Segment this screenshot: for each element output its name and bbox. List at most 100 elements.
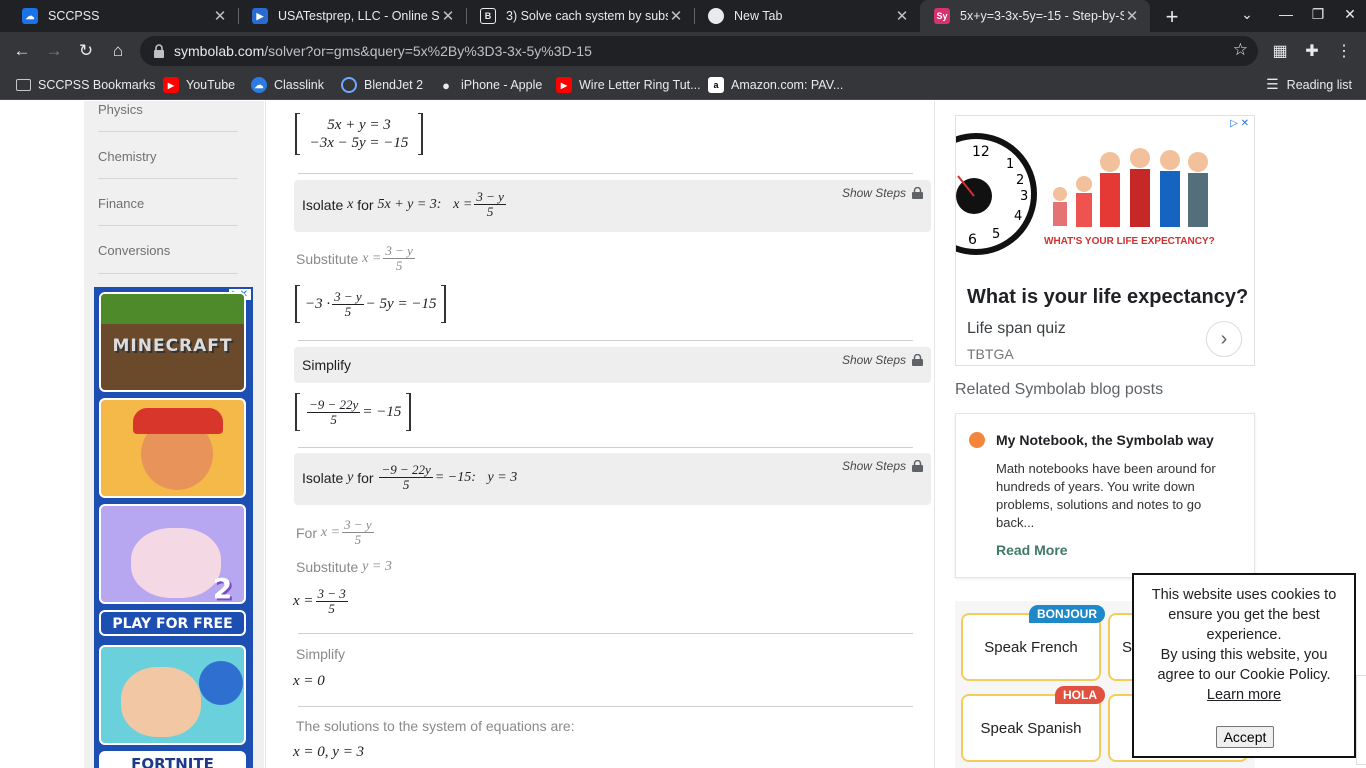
show-steps-button[interactable]: Show Steps xyxy=(842,459,923,473)
solutions-label: The solutions to the system of equations… xyxy=(296,718,575,734)
divider xyxy=(98,273,238,274)
show-steps-label: Show Steps xyxy=(841,186,906,200)
menu-kebab-icon[interactable]: ⋮ xyxy=(1334,41,1354,61)
solution-panel: 5x + y = 3 −3x − 5y = −15 Isolate x for … xyxy=(265,101,935,768)
sidebar-item-chemistry[interactable]: Chemistry xyxy=(98,149,238,164)
step-label: Simplify xyxy=(302,357,352,373)
ad-choices-icon[interactable]: ▷ ✕ xyxy=(1227,118,1252,129)
game-ad-banner[interactable]: ▷✕ MINECRAFT 2 PLAY FOR FREE FORTNITE xyxy=(94,287,253,768)
url-path: /solver?or=gms&query=5x%2By%3D3-3x-5y%3D… xyxy=(264,43,592,59)
ad-game-fortnite[interactable]: FORTNITE xyxy=(99,751,246,768)
grass-block-top xyxy=(101,294,244,324)
numerator: −9 − 22y xyxy=(379,462,433,478)
denominator: 5 xyxy=(328,601,335,616)
step-text: Isolate x for 5x + y = 3: x = 3 − y5 xyxy=(302,190,508,219)
forward-icon[interactable]: → xyxy=(42,39,66,63)
puzzle-icon[interactable]: ✚ xyxy=(1302,41,1322,61)
folder-icon xyxy=(16,79,31,91)
bookmark-amazon[interactable]: a Amazon.com: PAV... xyxy=(708,76,843,94)
new-tab-button[interactable]: + xyxy=(1160,4,1184,30)
x-result: x = 0 xyxy=(293,673,325,689)
url-host: symbolab.com xyxy=(174,43,265,59)
address-bar[interactable]: symbolab.com/solver?or=gms&query=5x%2By%… xyxy=(140,36,1258,66)
sidebar-item-conversions[interactable]: Conversions xyxy=(98,243,238,258)
clock-number: 6 xyxy=(968,232,977,248)
close-icon[interactable]: ✕ xyxy=(440,7,456,25)
blog-post-title[interactable]: My Notebook, the Symbolab way xyxy=(996,432,1214,448)
divider xyxy=(98,178,238,179)
system-matrix: 5x + y = 3 −3x − 5y = −15 xyxy=(295,113,423,155)
bookmark-youtube[interactable]: ▶ YouTube xyxy=(163,76,235,94)
cookie-message: This website uses cookies to ensure you … xyxy=(1151,587,1337,643)
reading-list-button[interactable]: ☰ Reading list xyxy=(1266,76,1352,93)
character-cap xyxy=(133,408,223,434)
amazon-icon: a xyxy=(708,77,724,93)
tab-sccpss[interactable]: ☁ SCCPSS ✕ xyxy=(8,0,238,32)
browser-toolbar: ← → ↻ ⌂ symbolab.com/solver?or=gms&query… xyxy=(0,32,1366,70)
step-label: Substitute xyxy=(296,559,359,575)
restore-icon[interactable]: ❐ xyxy=(1308,6,1328,23)
show-steps-button[interactable]: Show Steps xyxy=(842,186,923,200)
step-isolate-y: Isolate y for −9 − 22y 5 = −15: y = 3 Sho… xyxy=(294,453,931,505)
bookmark-star-icon[interactable]: ☆ xyxy=(1233,40,1248,60)
result-lhs: x = xyxy=(453,196,473,212)
tab-search-icon[interactable]: ⌄ xyxy=(1237,6,1257,23)
term: = −15 xyxy=(362,403,402,420)
bookmark-blendjet[interactable]: BlendJet 2 xyxy=(341,76,423,94)
play-for-free-label: PLAY FOR FREE xyxy=(112,616,233,632)
youtube-icon: ▶ xyxy=(556,77,572,93)
read-more-link[interactable]: Read More xyxy=(996,542,1068,558)
close-icon[interactable]: ✕ xyxy=(1124,7,1140,25)
close-window-icon[interactable]: ✕ xyxy=(1340,6,1360,23)
cloud-icon: ☁ xyxy=(22,8,38,24)
close-icon[interactable]: ✕ xyxy=(894,7,910,25)
close-icon[interactable]: ✕ xyxy=(668,7,684,25)
extension-qr-icon[interactable]: ▦ xyxy=(1270,41,1290,61)
ad-game-subway[interactable] xyxy=(99,398,246,498)
tab-usatestprep[interactable]: ▶ USATestprep, LLC - Online State ✕ xyxy=(238,0,466,32)
denominator: 5 xyxy=(395,258,403,273)
ad-game-angela[interactable]: 2 xyxy=(99,504,246,604)
step-divider xyxy=(298,706,913,707)
apple-icon: ● xyxy=(442,77,450,93)
sidebar-item-finance[interactable]: Finance xyxy=(98,196,238,211)
bookmark-sccpss[interactable]: SCCPSS Bookmarks xyxy=(16,76,155,94)
close-icon[interactable]: ✕ xyxy=(212,7,228,25)
speak-french-card[interactable]: BONJOUR Speak French xyxy=(961,605,1105,681)
tab-symbolab[interactable]: Sy 5x+y=3-3x-5y=-15 - Step-by-Ste ✕ xyxy=(920,0,1150,32)
ad-game-minecraft[interactable]: MINECRAFT xyxy=(99,292,246,392)
chevron-right-icon[interactable]: › xyxy=(1206,321,1242,357)
language-tag: HOLA xyxy=(1055,686,1105,704)
accept-button[interactable]: Accept xyxy=(1216,726,1274,748)
ad-title[interactable]: What is your life expectancy? xyxy=(967,286,1248,309)
tab-brainly[interactable]: B 3) Solve cach system by subst ✕ xyxy=(466,0,694,32)
term: − 5y = −15 xyxy=(365,295,437,312)
bookmark-wire-letter[interactable]: ▶ Wire Letter Ring Tut... xyxy=(556,76,701,94)
simplified-equation: −9 − 22y 5 = −15 xyxy=(295,393,412,431)
step-label: Isolate xyxy=(302,469,344,486)
blog-post-card[interactable]: My Notebook, the Symbolab way Math noteb… xyxy=(955,413,1255,578)
show-steps-label: Show Steps xyxy=(841,353,906,367)
reload-icon[interactable]: ↻ xyxy=(74,39,98,63)
lhs: x = xyxy=(293,593,314,609)
learn-more-link[interactable]: Learn more xyxy=(1207,687,1281,703)
sidebar-item-physics[interactable]: Physics xyxy=(98,102,238,117)
term: = −15: xyxy=(434,469,476,485)
bookmark-iphone[interactable]: ● iPhone - Apple xyxy=(438,76,542,94)
divider xyxy=(98,131,238,132)
edge-panel xyxy=(1356,675,1366,765)
simplify-label: Simplify xyxy=(296,646,346,662)
variable: x xyxy=(347,196,354,212)
lhs: x = xyxy=(362,250,382,266)
play-for-free-button[interactable]: PLAY FOR FREE xyxy=(99,610,246,636)
show-steps-button[interactable]: Show Steps xyxy=(842,353,923,367)
back-icon[interactable]: ← xyxy=(10,39,34,63)
speak-spanish-card[interactable]: HOLA Speak Spanish xyxy=(961,686,1105,762)
ad-game-toca[interactable] xyxy=(99,645,246,745)
language-label: Speak French xyxy=(984,639,1078,656)
home-icon[interactable]: ⌂ xyxy=(106,39,130,63)
minimize-icon[interactable]: — xyxy=(1276,6,1296,22)
life-expectancy-ad[interactable]: ▷ ✕ 12 1 2 3 4 5 6 WHAT'S YOUR LIFE EXPE… xyxy=(955,115,1255,366)
tab-new-tab[interactable]: New Tab ✕ xyxy=(694,0,920,32)
bookmark-classlink[interactable]: ☁ Classlink xyxy=(251,76,324,94)
